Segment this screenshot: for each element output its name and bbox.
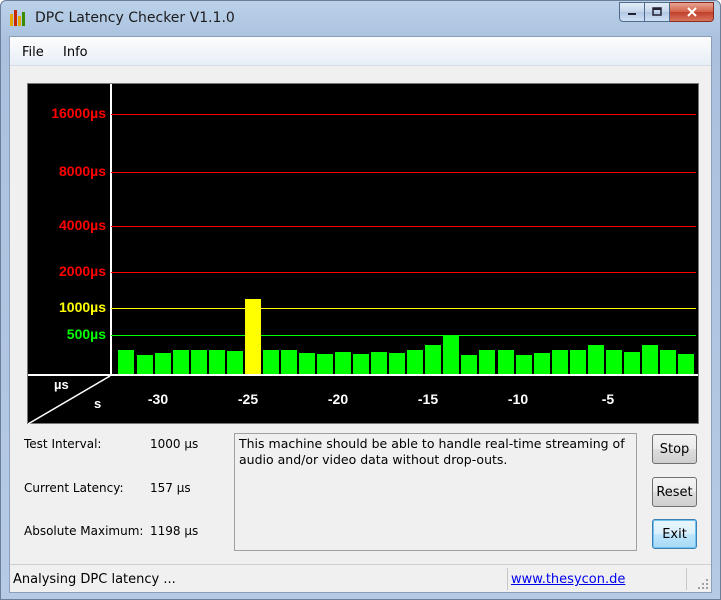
- latency-bar: [659, 350, 676, 374]
- latency-bar: [479, 350, 496, 374]
- window-title: DPC Latency Checker V1.1.0: [35, 10, 235, 26]
- latency-bar: [623, 352, 640, 374]
- latency-bar: [208, 350, 225, 374]
- close-icon: [686, 7, 697, 17]
- status-message-box: This machine should be able to handle re…: [234, 433, 637, 551]
- title-bar[interactable]: DPC Latency Checker V1.1.0: [1, 1, 720, 35]
- latency-bar: [172, 350, 189, 374]
- gridline-4000: [111, 226, 696, 227]
- y-tick-label: 500µs: [66, 326, 106, 342]
- latency-bar: [244, 298, 261, 374]
- gridline-16000: [111, 114, 696, 115]
- latency-bar: [226, 351, 243, 374]
- menu-file[interactable]: File: [22, 45, 44, 60]
- y-axis: [110, 84, 112, 375]
- exit-button[interactable]: Exit: [652, 519, 697, 549]
- x-tick-label: -30: [147, 391, 169, 407]
- latency-bar: [678, 354, 694, 374]
- reset-button[interactable]: Reset: [652, 477, 697, 507]
- latency-bar: [317, 354, 333, 374]
- status-bar: Analysing DPC latency ... www.thesycon.d…: [10, 564, 711, 592]
- x-axis: [28, 374, 698, 376]
- latency-bar: [118, 350, 135, 374]
- latency-bar: [515, 355, 532, 374]
- gridline-2000: [111, 272, 696, 273]
- app-window: DPC Latency Checker V1.1.0 File Info µs: [0, 0, 721, 600]
- latency-bar: [389, 353, 406, 374]
- status-separator: [686, 568, 687, 590]
- latency-bar: [569, 350, 586, 374]
- latency-bar: [136, 355, 153, 374]
- close-button[interactable]: [670, 2, 714, 22]
- latency-bar: [587, 345, 604, 374]
- current-latency-label: Current Latency:: [24, 481, 124, 495]
- latency-bar: [335, 352, 352, 374]
- x-tick-label: -10: [507, 391, 529, 407]
- maximize-button[interactable]: [645, 2, 670, 22]
- latency-graph: µs s 16000µs 8000µs 4000µs 2000µs 1000µs 500µ…: [27, 83, 699, 424]
- y-tick-label: 1000µs: [59, 299, 106, 315]
- latency-bar: [641, 345, 658, 374]
- y-tick-label: 2000µs: [59, 263, 106, 279]
- latency-bar: [262, 350, 279, 374]
- x-tick-label: -15: [417, 391, 439, 407]
- menu-bar: File Info: [10, 37, 711, 66]
- latency-bar: [605, 349, 622, 374]
- dpc-bar-chart-app-icon: [10, 10, 26, 26]
- x-tick-label: -20: [327, 391, 349, 407]
- latency-bar: [443, 336, 460, 374]
- x-tick-label: -5: [601, 391, 615, 407]
- x-tick-label: -25: [237, 391, 259, 407]
- latency-bar: [154, 353, 171, 374]
- website-link[interactable]: www.thesycon.de: [511, 572, 625, 587]
- latency-bar: [497, 350, 514, 374]
- absolute-maximum-label: Absolute Maximum:: [24, 524, 144, 538]
- test-interval-label: Test Interval:: [24, 437, 102, 451]
- latency-bar: [551, 350, 568, 374]
- gridline-500: [111, 335, 696, 336]
- status-separator: [507, 568, 508, 590]
- latency-bar: [425, 345, 442, 374]
- gridline-1000: [111, 308, 696, 309]
- gridline-8000: [111, 172, 696, 173]
- minimize-icon: [628, 13, 636, 15]
- latency-bar: [298, 353, 315, 374]
- resize-grip-icon[interactable]: [697, 578, 709, 590]
- status-text: Analysing DPC latency ...: [13, 572, 176, 587]
- latency-bar: [371, 352, 388, 374]
- current-latency-value: 157 µs: [150, 481, 191, 495]
- latency-bar: [461, 355, 478, 374]
- test-interval-value: 1000 µs: [150, 437, 199, 451]
- minimize-button[interactable]: [619, 2, 645, 22]
- latency-bar: [280, 350, 297, 374]
- latency-bar: [407, 350, 424, 374]
- y-tick-label: 4000µs: [59, 217, 106, 233]
- client-area: File Info µs s 16000µs 8000µs 4000µs 2000µs…: [9, 36, 712, 593]
- menu-info[interactable]: Info: [63, 45, 88, 60]
- absolute-maximum-value: 1198 µs: [150, 524, 199, 538]
- stop-button[interactable]: Stop: [652, 434, 697, 464]
- maximize-icon: [652, 7, 662, 16]
- y-tick-label: 16000µs: [51, 105, 106, 121]
- latency-bar: [353, 354, 370, 374]
- latency-bar: [190, 350, 207, 374]
- y-tick-label: 8000µs: [59, 163, 106, 179]
- x-unit-label: s: [94, 396, 102, 411]
- y-unit-label: µs: [54, 377, 69, 392]
- latency-bar: [533, 353, 550, 374]
